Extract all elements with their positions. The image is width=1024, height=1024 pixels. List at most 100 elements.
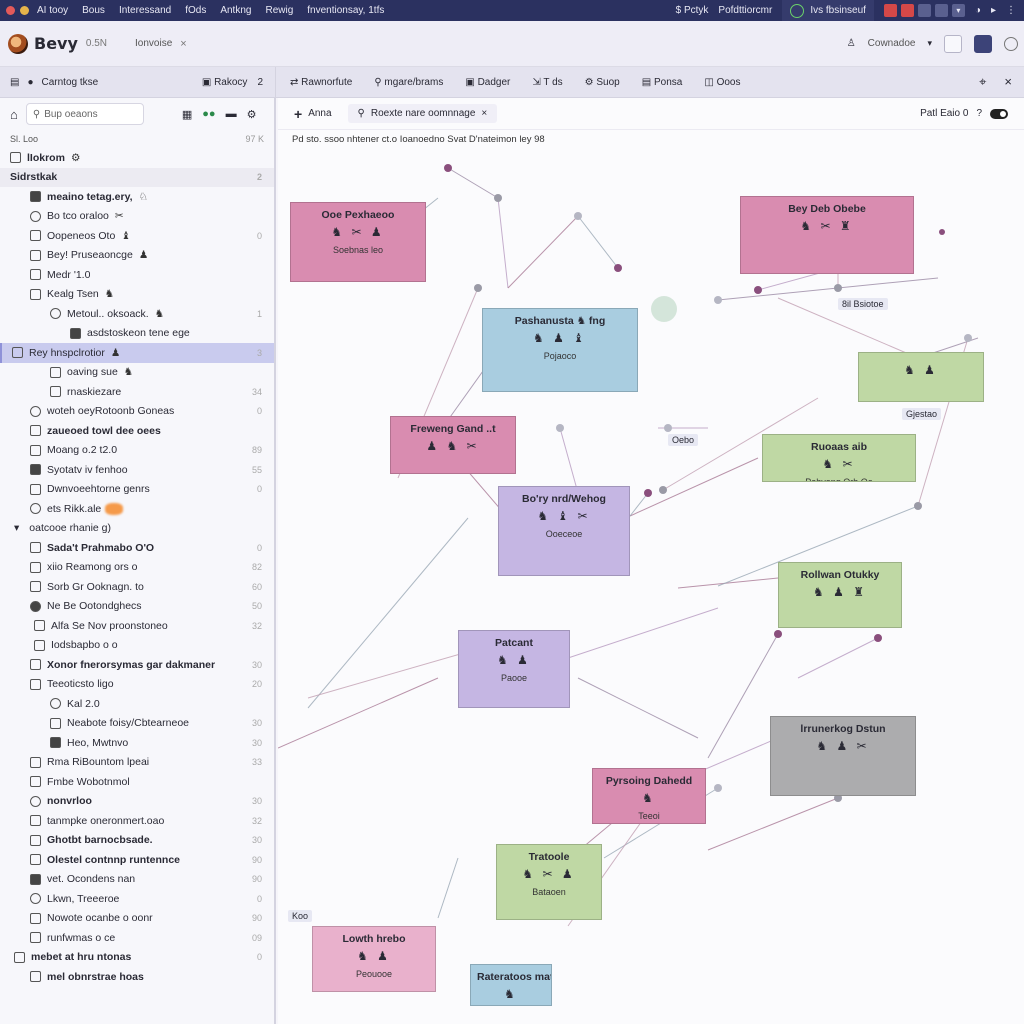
settings-icon[interactable] — [1004, 36, 1018, 51]
graph-port[interactable] — [494, 194, 502, 202]
toolbar-item[interactable]: ⇄ Rawnorfute — [290, 77, 352, 88]
tree-item[interactable]: zaueoed towl dee oees — [0, 421, 274, 441]
open-tab[interactable]: Ionvoise — [135, 38, 172, 49]
graph-port[interactable] — [964, 334, 972, 342]
graph-edge[interactable] — [717, 277, 939, 301]
tree-item[interactable]: woteh oeyRotoonb Goneas 0 — [0, 402, 274, 422]
tree-item[interactable]: runfwmas o ce 09 — [0, 928, 274, 948]
panel-icon[interactable]: ▤ — [10, 77, 19, 88]
tray-grid-icon-2[interactable] — [934, 4, 948, 17]
toolbar-item[interactable]: ▣ Dadger — [465, 77, 510, 88]
toolbar-item[interactable]: ⚲ mgare/brams — [374, 77, 443, 88]
tree-item[interactable]: Moang o.2 t2.0 89 — [0, 441, 274, 461]
close-tab-icon[interactable]: × — [180, 38, 186, 50]
graph-edge[interactable] — [307, 517, 469, 709]
tree-item[interactable]: Kal 2.0 — [0, 694, 274, 714]
graph-port[interactable] — [914, 502, 922, 510]
os-menu-item[interactable]: Rewig — [265, 5, 293, 16]
tree-item[interactable]: Ne Be Ootondghecs 50 — [0, 597, 274, 617]
graph-canvas[interactable]: + Anna ⚲ Roexte nare oomnnage × Patl Eai… — [278, 98, 1024, 1024]
graph-node[interactable]: Ruoaas aib ♞ ✂ Pahvang Orb Oo — [762, 434, 916, 482]
home-icon[interactable]: ⌂ — [10, 107, 18, 122]
os-menu-item[interactable]: fOds — [185, 5, 206, 16]
tree-item[interactable]: Xonor fnerorsymas gar dakmaner 30 — [0, 655, 274, 675]
tree-item[interactable]: lIokrom ⚙ — [0, 148, 274, 168]
tree-item[interactable]: oaving sue ♞ — [0, 363, 274, 383]
graph-edge[interactable] — [629, 492, 649, 517]
tree-item[interactable]: Ghotbt barnocbsade. 30 — [0, 831, 274, 851]
group-icon[interactable]: ●● — [202, 108, 215, 121]
graph-node[interactable]: Rollwan Otukky ♞ ♟ ♜ — [778, 562, 902, 628]
tree-item[interactable]: vet. Ocondens nan 90 — [0, 870, 274, 890]
graph-node[interactable]: Bo'ry nrd/Wehog ♞ ♝ ✂ Ooeceoe — [498, 486, 630, 576]
tree-item[interactable]: meaino tetag.ery, ♘ — [0, 187, 274, 207]
graph-port[interactable] — [939, 229, 945, 235]
tray-more-icon[interactable]: ⋮ — [1006, 5, 1016, 16]
tree-item[interactable]: Metoul.. oksoack. ♞ 1 — [0, 304, 274, 324]
graph-node[interactable]: Rateratoos mat ♞ — [470, 964, 552, 1006]
graph-node[interactable]: ♞ ♟ — [858, 352, 984, 402]
graph-port[interactable] — [664, 424, 672, 432]
graph-node[interactable]: Tratoole ♞ ✂ ♟ Bataoen — [496, 844, 602, 920]
graph-port[interactable] — [474, 284, 482, 292]
graph-port[interactable] — [444, 164, 452, 172]
tray-power-icon[interactable]: ◑ — [975, 5, 981, 16]
car-icon[interactable]: ▬ — [226, 108, 237, 121]
graph-port[interactable] — [874, 634, 882, 642]
os-menu-item[interactable]: Bous — [82, 5, 105, 16]
graph-port[interactable] — [556, 424, 564, 432]
toolbar-item[interactable]: ◫ Ooos — [704, 77, 740, 88]
graph-edge[interactable] — [278, 677, 439, 749]
tree-item[interactable]: mel obnrstrae hoas — [0, 967, 274, 987]
graph-node[interactable]: Pashanusta ♞ fng ♞ ♟ ♝ Pojaoco — [482, 308, 638, 392]
folder-icon[interactable]: ▦ — [182, 108, 192, 121]
graph-node[interactable]: Freweng Gand ..t ♟ ♞ ✂ — [390, 416, 516, 474]
search-input[interactable]: ⚲ Bup oeaons — [25, 103, 144, 125]
tree-item[interactable]: rnaskiezare 34 — [0, 382, 274, 402]
graph-port[interactable] — [834, 284, 842, 292]
tree-item[interactable]: ets Rikk.ale — [0, 499, 274, 519]
graph-edge[interactable] — [559, 427, 579, 494]
edge-label[interactable]: Koo — [288, 910, 313, 922]
graph-edge[interactable] — [797, 637, 879, 679]
graph-edge[interactable] — [629, 457, 759, 517]
tree-item[interactable]: Bey! Pruseaoncge ♟ — [0, 246, 274, 266]
os-menu-item[interactable]: Interessand — [119, 5, 171, 16]
tree-item[interactable]: Oopeneos Oto ♝ 0 — [0, 226, 274, 246]
layout-icon[interactable] — [974, 34, 992, 53]
tray-arrow-icon[interactable]: ▸ — [991, 5, 996, 16]
graph-edge[interactable] — [507, 215, 579, 289]
os-menu-item[interactable]: AI tooy — [37, 5, 68, 16]
toolbar-item[interactable]: ▤ Ponsa — [642, 77, 683, 88]
tree-item[interactable]: Alfa Se Nov proonstoneo 32 — [0, 616, 274, 636]
toolbar-item[interactable]: ⇲ T ds — [532, 77, 562, 88]
graph-edge[interactable] — [577, 215, 619, 269]
refresh-button[interactable]: ▣ Rakocy — [202, 77, 248, 88]
graph-edge[interactable] — [707, 633, 779, 759]
graph-node[interactable]: Ooe Pexhaeoo ♞ ✂ ♟ Soebnas leo — [290, 202, 426, 282]
tree-item[interactable]: Bo tco oraloo ✂ — [0, 207, 274, 227]
graph-node[interactable]: Lowth hrebo ♞ ♟ Peouooe — [312, 926, 436, 992]
graph-edge[interactable] — [437, 857, 459, 919]
user-icon[interactable]: ♙ — [847, 38, 856, 49]
close-panel-icon[interactable]: × — [1004, 74, 1012, 90]
graph-port[interactable] — [659, 486, 667, 494]
tree-item[interactable]: Olestel contnnp runtennce 90 — [0, 850, 274, 870]
toolbar-item[interactable]: ⚙ Suop — [585, 77, 620, 88]
edge-label[interactable]: Gjestao — [902, 408, 942, 420]
tree-item[interactable]: Rma RiBountom lpeai 33 — [0, 753, 274, 773]
tree-item[interactable]: Nowote ocanbe o oonr 90 — [0, 909, 274, 929]
tree-item[interactable]: Sada't Prahmabo O'O 0 — [0, 538, 274, 558]
bulb-icon[interactable]: ● — [27, 77, 33, 88]
tree-item[interactable]: Sidrstkak 2 — [0, 167, 274, 187]
tray-chevron-icon[interactable]: ▾ — [951, 4, 965, 17]
graph-edge[interactable] — [677, 577, 779, 589]
tree-item[interactable]: asdstoskeon tene ege — [0, 324, 274, 344]
tree-item[interactable]: Sorb Gr Ooknagn. to 60 — [0, 577, 274, 597]
tray-red-icon-2[interactable] — [900, 4, 914, 17]
tree-item[interactable]: Teeoticsto ligo 20 — [0, 675, 274, 695]
pin-icon[interactable]: ⌖ — [979, 74, 986, 90]
minimize-window-icon[interactable] — [20, 6, 29, 15]
chevron-down-icon[interactable]: ▾ — [927, 38, 932, 49]
tree-item[interactable]: Rey hnspclrotior ♟ 3 — [0, 343, 274, 363]
